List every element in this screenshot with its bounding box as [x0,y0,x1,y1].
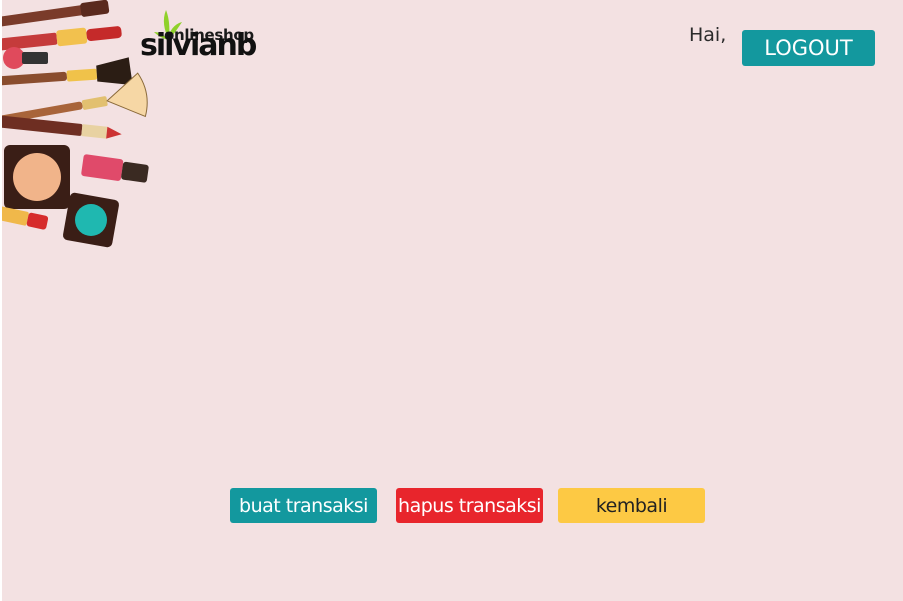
logout-button[interactable]: LOGOUT [742,30,875,66]
logo-brand: silvianb [140,28,257,63]
cosmetics-illustration [2,0,149,248]
page-background: onlineshop silvianb Hai, LOGOUT buat tra… [2,0,903,601]
greeting-text: Hai, [689,24,727,46]
brand-logo[interactable]: onlineshop silvianb [140,6,285,68]
back-button[interactable]: kembali [558,488,705,523]
delete-transaction-button[interactable]: hapus transaksi [396,488,543,523]
create-transaction-button[interactable]: buat transaksi [230,488,377,523]
